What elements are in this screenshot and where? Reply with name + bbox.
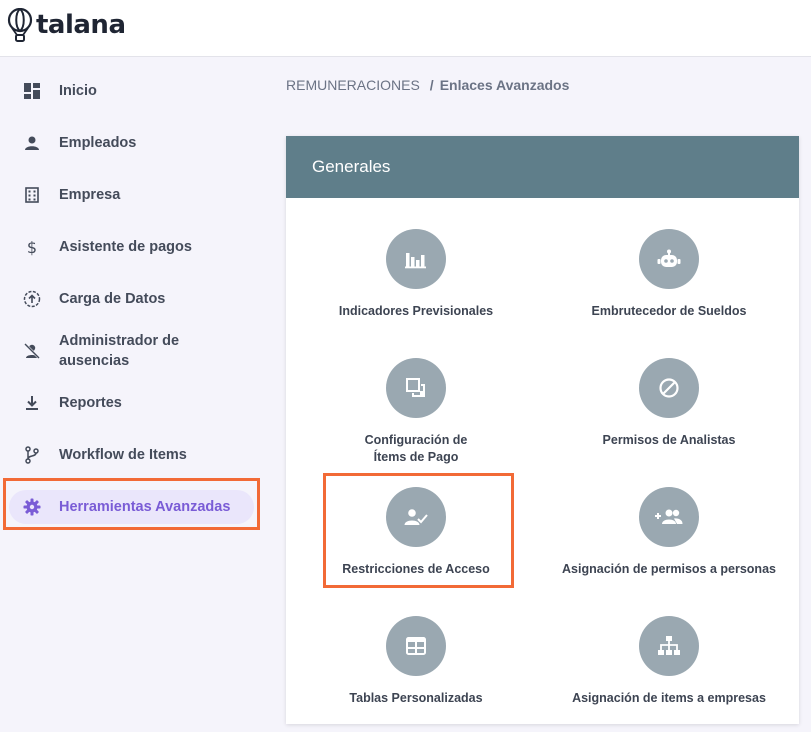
hierarchy-icon — [639, 616, 699, 676]
download-icon — [22, 393, 42, 413]
tool-label: Asignación de permisos a personas — [562, 562, 776, 576]
svg-text:$: $ — [27, 238, 37, 256]
sidebar-item-asistente-pagos[interactable]: $ Asistente de pagos — [0, 237, 262, 257]
breadcrumb: REMUNERACIONES / Enlaces Avanzados — [286, 77, 569, 93]
tool-label: Tablas Personalizadas — [349, 691, 483, 705]
sidebar-item-label: Empresa — [59, 187, 121, 203]
sidebar-item-empresa[interactable]: Empresa — [0, 185, 262, 205]
breadcrumb-parent[interactable]: REMUNERACIONES — [286, 77, 420, 93]
sidebar-item-reportes[interactable]: Reportes — [0, 393, 262, 413]
tool-embrutecedor-sueldos[interactable]: Embrutecedor de Sueldos — [549, 229, 789, 320]
tool-asignacion-permisos-personas[interactable]: Asignación de permisos a personas — [549, 487, 789, 578]
block-icon — [639, 358, 699, 418]
sidebar-item-workflow[interactable]: Workflow de Items — [0, 445, 262, 465]
tool-asignacion-items-empresas[interactable]: Asignación de items a empresas — [549, 616, 789, 707]
dollar-icon: $ — [22, 237, 42, 257]
building-icon — [22, 185, 42, 205]
bar-chart-icon — [386, 229, 446, 289]
sidebar-item-administrador-ausencias[interactable]: Administrador de ausencias — [0, 331, 262, 371]
balloon-icon — [7, 8, 33, 42]
sidebar-item-label: Empleados — [59, 135, 137, 151]
tool-label: Embrutecedor de Sueldos — [591, 304, 747, 318]
tool-label: Permisos de Analistas — [602, 433, 736, 447]
dashboard-icon — [22, 81, 42, 101]
person-icon — [22, 133, 42, 153]
card-title: Generales — [286, 136, 799, 198]
tools-card: Generales Indicadores Previsionales Embr… — [286, 136, 799, 724]
sidebar-item-label: Administrador de ausencias — [59, 333, 180, 369]
sidebar-item-empleados[interactable]: Empleados — [0, 133, 262, 153]
top-bar: talana — [0, 0, 811, 57]
person-off-icon — [22, 341, 42, 361]
highlight-box-sidebar — [3, 478, 260, 530]
sidebar: Inicio Empleados Empresa $ Asistente de … — [0, 57, 262, 732]
tool-label: Indicadores Previsionales — [338, 304, 494, 318]
table-icon — [386, 616, 446, 676]
tool-tablas-personalizadas[interactable]: Tablas Personalizadas — [296, 616, 536, 707]
tool-indicadores-previsionales[interactable]: Indicadores Previsionales — [296, 229, 536, 320]
tool-label: Asignación de items a empresas — [572, 691, 766, 705]
brand-name: talana — [36, 10, 126, 40]
talana-logo[interactable]: talana — [6, 8, 126, 42]
group-add-icon — [639, 487, 699, 547]
upload-icon — [22, 289, 42, 309]
breadcrumb-separator: / — [429, 77, 434, 93]
copy-icon — [386, 358, 446, 418]
sidebar-item-label: Inicio — [59, 83, 97, 99]
tool-configuracion-items-pago[interactable]: Configuración de Ítems de Pago — [296, 358, 536, 466]
sidebar-item-label: Asistente de pagos — [59, 239, 192, 255]
breadcrumb-current: Enlaces Avanzados — [439, 77, 570, 93]
tool-label: Configuración de Ítems de Pago — [364, 433, 468, 464]
highlight-box-tool — [323, 473, 514, 588]
tool-permisos-analistas[interactable]: Permisos de Analistas — [549, 358, 789, 449]
workflow-icon — [22, 445, 42, 465]
sidebar-item-label: Reportes — [59, 395, 122, 411]
sidebar-item-label: Workflow de Items — [59, 447, 187, 463]
sidebar-item-inicio[interactable]: Inicio — [0, 81, 262, 101]
sidebar-item-label: Carga de Datos — [59, 291, 166, 307]
robot-icon — [639, 229, 699, 289]
sidebar-item-carga-datos[interactable]: Carga de Datos — [0, 289, 262, 309]
